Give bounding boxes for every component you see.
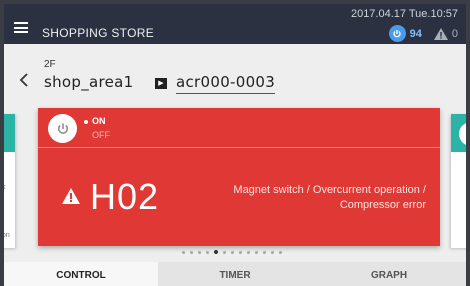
page-dot [279,250,282,254]
warning-icon[interactable] [433,27,448,40]
tab-graph[interactable]: GRAPH [312,262,466,286]
area-name[interactable]: shop_area1 [44,73,134,91]
next-unit-card[interactable] [451,114,466,248]
error-message: Magnet switch / Overcurrent operation / … [233,184,426,211]
page-dot [190,250,193,254]
prev-card-header [4,114,15,152]
app-title: SHOPPING STORE [42,26,155,40]
page-dot-active [214,250,218,254]
top-bar: SHOPPING STORE 2017.04.17 Tue.10:57 94 0 [4,4,466,44]
page-dot [231,250,234,254]
power-count: 94 [409,27,422,40]
power-off-label[interactable]: OFF [92,130,110,140]
power-on-label[interactable]: ON [84,116,106,126]
separator-icon: ▶ [155,78,167,89]
page-dot [223,250,226,254]
page-dot [239,250,242,254]
prev-card-text-2: on [4,232,10,239]
back-icon[interactable] [18,72,30,88]
app-screen: SHOPPING STORE 2017.04.17 Tue.10:57 94 0… [4,4,466,286]
power-badge-icon[interactable] [388,25,406,42]
tab-timer[interactable]: TIMER [158,262,312,286]
page-dot [182,250,185,254]
status-row: 94 0 [388,25,458,42]
unit-error-card[interactable]: ON OFF H02 Magnet switch / Overcurrent o… [38,108,440,246]
error-code: H02 [90,176,160,217]
warning-icon [62,188,80,204]
bottom-tabs: CONTROL TIMER GRAPH [4,262,466,286]
next-card-power-icon [459,122,466,146]
page-dot [247,250,250,254]
page-dot [198,250,201,254]
device-name[interactable]: acr000-0003 [176,73,276,94]
datetime: 2017.04.17 Tue.10:57 [350,8,458,20]
prev-card-text-1: k [4,184,6,191]
warning-count: 0 [451,27,458,40]
card-power-row: ON OFF [38,108,440,148]
prev-unit-card[interactable]: k on [4,114,15,248]
page-dot [255,250,258,254]
power-toggle-button[interactable] [48,114,77,143]
floor-label: 2F [44,59,56,70]
power-icon [57,123,68,134]
next-card-header [451,114,466,152]
tab-control[interactable]: CONTROL [4,262,158,286]
page-dot [271,250,274,254]
menu-icon[interactable] [14,22,28,33]
page-indicator[interactable] [182,250,282,254]
page-dot [263,250,266,254]
page-dot [206,250,209,254]
